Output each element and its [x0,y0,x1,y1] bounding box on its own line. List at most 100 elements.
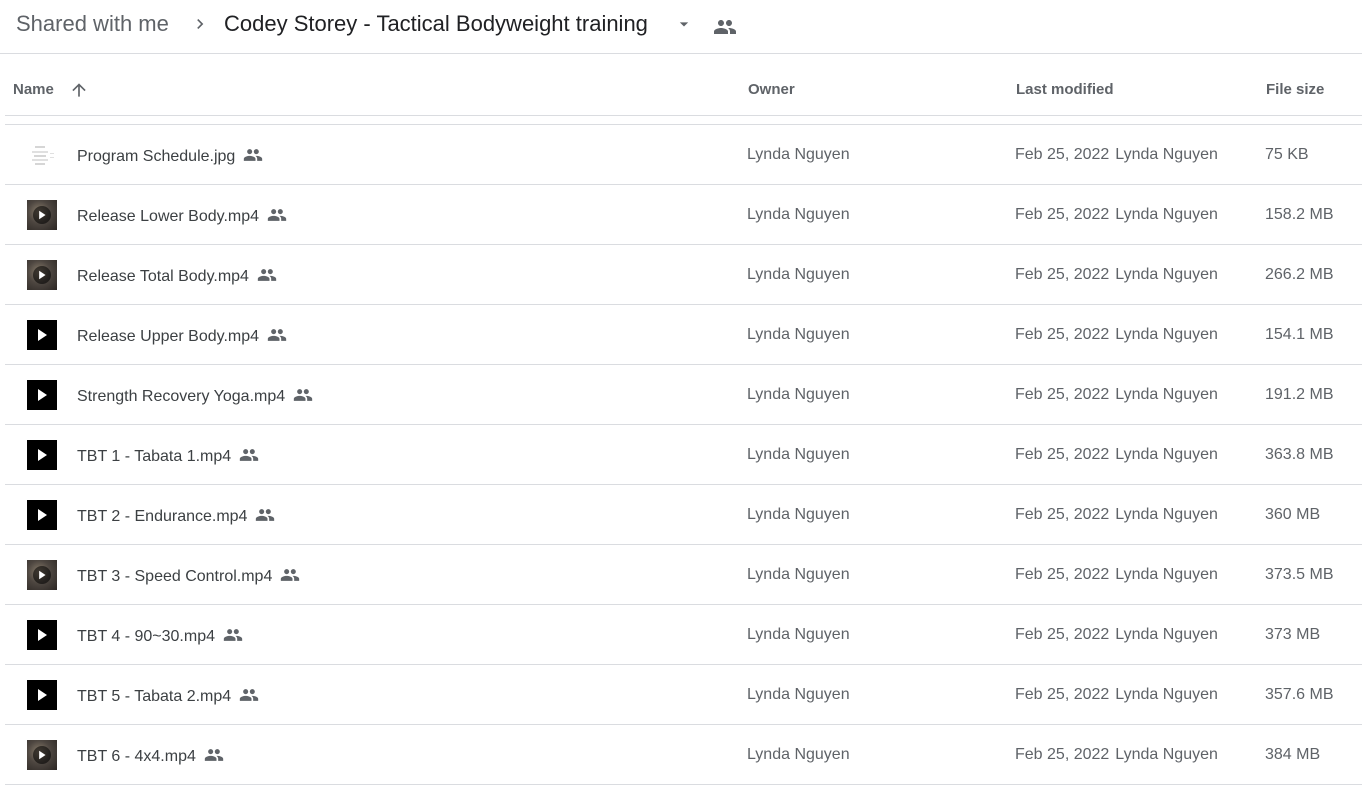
breadcrumb-current-folder[interactable]: Codey Storey - Tactical Bodyweight train… [224,10,648,38]
owner-cell: Lynda Nguyen [747,566,850,583]
file-name-text: TBT 2 - Endurance.mp4 [77,508,248,525]
file-name-text: TBT 1 - Tabata 1.mp4 [77,448,232,465]
column-name[interactable]: Name [13,81,54,99]
file-name: Release Upper Body.mp4 [77,325,287,346]
modified-by: Lynda Nguyen [1115,206,1218,223]
play-icon [27,740,57,770]
people-icon[interactable] [713,15,737,39]
file-row[interactable]: TBT 2 - Endurance.mp4 Lynda Nguyen Feb 25,… [5,485,1362,545]
file-size-cell: 357.6 MB [1265,686,1334,703]
people-icon [281,569,300,581]
modified-date: Feb 25, 2022 [1015,146,1110,163]
file-size-cell: 373.5 MB [1265,566,1334,583]
modified-date: Feb 25, 2022 [1015,626,1110,643]
modified-by: Lynda Nguyen [1115,266,1218,283]
column-header-row: Name Owner Last modified File size [5,55,1362,116]
file-name: Strength Recovery Yoga.mp4 [77,385,313,406]
modified-by: Lynda Nguyen [1115,326,1218,343]
last-modified-cell: Feb 25, 2022 Lynda Nguyen [1015,385,1218,404]
modified-by: Lynda Nguyen [1115,566,1218,583]
play-icon [27,620,57,650]
file-name-text: Program Schedule.jpg [77,148,236,165]
owner-cell: Lynda Nguyen [747,266,850,283]
play-icon [27,380,57,410]
file-name-text: Release Lower Body.mp4 [77,208,260,225]
owner-cell: Lynda Nguyen [747,746,850,763]
file-row[interactable]: Release Lower Body.mp4 Lynda Nguyen Feb 25… [5,185,1362,245]
play-icon [27,320,57,350]
caret-down-icon[interactable] [674,14,694,34]
play-icon [27,500,57,530]
last-modified-cell: Feb 25, 2022 Lynda Nguyen [1015,265,1218,284]
people-icon [293,389,313,401]
modified-date: Feb 25, 2022 [1015,206,1110,223]
arrow-up-icon[interactable] [69,80,89,100]
modified-by: Lynda Nguyen [1115,686,1218,703]
file-name: TBT 6 - 4x4.mp4 [77,745,224,766]
owner-cell: Lynda Nguyen [747,626,850,643]
modified-by: Lynda Nguyen [1115,506,1218,523]
file-name-text: Release Upper Body.mp4 [77,328,260,345]
column-file-size[interactable]: File size [1266,81,1324,99]
file-row[interactable]: Program Schedule.jpg Lynda Nguyen Feb 25, … [5,125,1362,185]
chevron-right-icon [197,19,204,29]
file-name: TBT 1 - Tabata 1.mp4 [77,445,259,466]
column-last-modified[interactable]: Last modified [1016,81,1114,99]
modified-date: Feb 25, 2022 [1015,746,1110,763]
file-row[interactable]: TBT 3 - Speed Control.mp4 Lynda Nguyen Feb… [5,545,1362,605]
play-icon [27,260,57,290]
file-name-text: Strength Recovery Yoga.mp4 [77,388,286,405]
last-modified-cell: Feb 25, 2022 Lynda Nguyen [1015,685,1218,704]
last-modified-cell: Feb 25, 2022 Lynda Nguyen [1015,565,1218,584]
file-row[interactable]: TBT 6 - 4x4.mp4 Lynda Nguyen Feb 25, 2022 L… [5,725,1362,785]
modified-date: Feb 25, 2022 [1015,266,1110,283]
last-modified-cell: Feb 25, 2022 Lynda Nguyen [1015,625,1218,644]
owner-cell: Lynda Nguyen [747,386,850,403]
owner-cell: Lynda Nguyen [747,146,850,163]
file-size-cell: 191.2 MB [1265,386,1334,403]
play-icon [27,200,57,230]
file-size-cell: 266.2 MB [1265,266,1334,283]
people-icon [239,689,259,701]
modified-date: Feb 25, 2022 [1015,506,1110,523]
owner-cell: Lynda Nguyen [747,506,850,523]
people-icon [267,329,287,341]
people-icon [239,449,259,461]
last-modified-cell: Feb 25, 2022 Lynda Nguyen [1015,325,1218,344]
file-size-cell: 384 MB [1265,746,1321,763]
breadcrumb-root[interactable]: Shared with me [16,10,169,38]
file-name-text: TBT 4 - 90~30.mp4 [77,628,215,645]
file-name-text: TBT 6 - 4x4.mp4 [77,748,196,765]
file-name: TBT 2 - Endurance.mp4 [77,505,275,526]
modified-by: Lynda Nguyen [1115,446,1218,463]
file-row[interactable]: Release Upper Body.mp4 Lynda Nguyen Feb 25… [5,305,1362,365]
modified-by: Lynda Nguyen [1115,746,1218,763]
play-icon [27,440,57,470]
file-row[interactable]: TBT 1 - Tabata 1.mp4 Lynda Nguyen Feb 25, … [5,425,1362,485]
file-name: Release Lower Body.mp4 [77,205,287,226]
file-size-cell: 154.1 MB [1265,326,1334,343]
people-icon [267,209,287,221]
file-name: TBT 4 - 90~30.mp4 [77,625,243,646]
owner-cell: Lynda Nguyen [747,326,850,343]
file-size-cell: 158.2 MB [1265,206,1334,223]
last-modified-cell: Feb 25, 2022 Lynda Nguyen [1015,205,1218,224]
owner-cell: Lynda Nguyen [747,206,850,223]
file-name-text: Release Total Body.mp4 [77,268,249,285]
last-modified-cell: Feb 25, 2022 Lynda Nguyen [1015,745,1218,764]
people-icon [223,629,243,641]
modified-date: Feb 25, 2022 [1015,386,1110,403]
play-icon [27,560,57,590]
file-row[interactable]: TBT 5 - Tabata 2.mp4 Lynda Nguyen Feb 25, … [5,665,1362,725]
modified-by: Lynda Nguyen [1115,386,1218,403]
breadcrumb-bar: Shared with me Codey Storey - Tactical B… [0,0,1362,54]
file-size-cell: 373 MB [1265,626,1321,643]
column-owner[interactable]: Owner [748,81,795,99]
file-row[interactable]: TBT 4 - 90~30.mp4 Lynda Nguyen Feb 25, 202… [5,605,1362,665]
file-list: Program Schedule.jpg Lynda Nguyen Feb 25, … [5,125,1362,785]
owner-cell: Lynda Nguyen [747,686,850,703]
owner-cell: Lynda Nguyen [747,446,850,463]
file-row[interactable]: Strength Recovery Yoga.mp4 Lynda Nguyen Fe… [5,365,1362,425]
people-icon [204,749,224,761]
file-row[interactable]: Release Total Body.mp4 Lynda Nguyen Feb 25… [5,245,1362,305]
